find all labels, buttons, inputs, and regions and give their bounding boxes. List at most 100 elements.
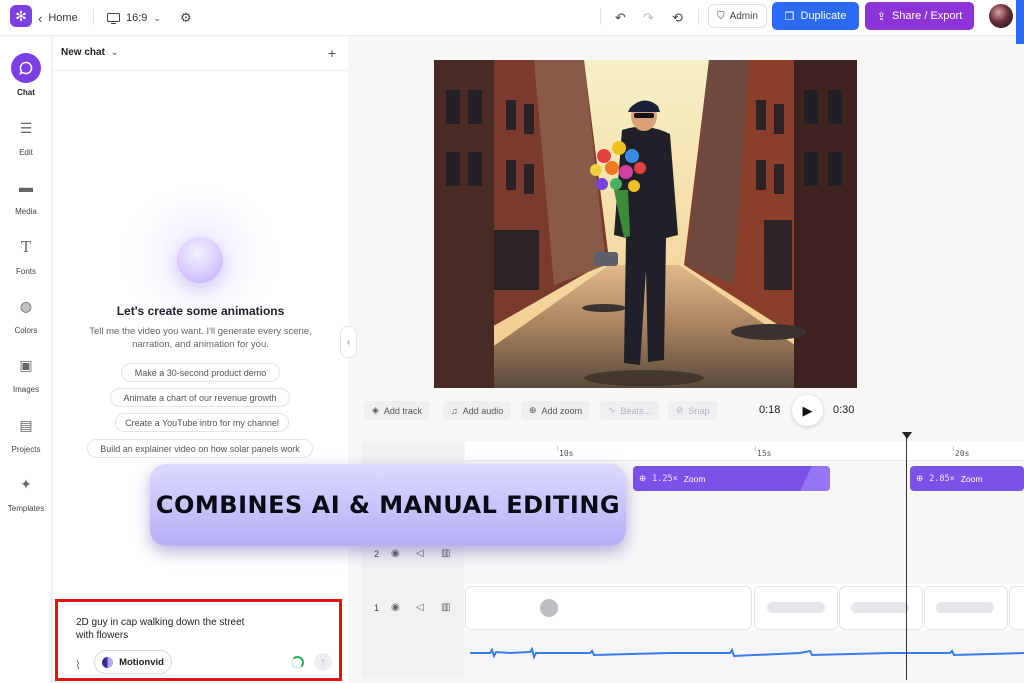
settings-button[interactable]: ⚙ (180, 0, 192, 36)
tick-label: 10s (559, 449, 574, 458)
divider (698, 9, 699, 25)
zoom-ramp (782, 466, 830, 491)
tick-label: 15s (757, 449, 772, 458)
promo-banner-text: COMBINES AI & MANUAL EDITING (155, 491, 621, 519)
rail-label: Templates (7, 504, 45, 513)
rail-item-templates[interactable]: ✦ Templates (0, 469, 52, 514)
rail-item-edit[interactable]: ☰ Edit (0, 113, 52, 158)
add-audio-button[interactable]: ♫ Add audio (443, 401, 512, 420)
aspect-ratio-select[interactable]: 16:9 ⌄ (107, 0, 161, 36)
beats-button[interactable]: ∿ Beats... (600, 401, 660, 420)
model-selector[interactable]: Motionvid (94, 650, 172, 674)
zoom-icon: ⊕ (529, 405, 537, 415)
play-button[interactable]: ▶ (792, 395, 823, 426)
scene-clip[interactable] (465, 586, 752, 630)
tick-label: 20s (955, 449, 970, 458)
zoom-icon: ⊕ (639, 473, 647, 483)
chat-icon (11, 53, 41, 83)
eye-icon[interactable]: ◉ (391, 548, 400, 559)
suggestion-chip[interactable]: Build an explainer video on how solar pa… (87, 439, 313, 458)
admin-button[interactable]: ⛉ Admin (708, 4, 767, 28)
timeline-ruler[interactable] (465, 441, 1024, 461)
trash-icon[interactable]: ▥ (441, 602, 450, 613)
suggestion-chip[interactable]: Make a 30-second product demo (121, 363, 280, 382)
zoom-clip-label: Zoom (960, 473, 983, 484)
zoom-clip[interactable]: ⊕ 1.25× Zoom (633, 466, 830, 491)
left-rail: Chat ☰ Edit ▬ Media T Fonts ◍ Colors ▣ I… (0, 37, 52, 683)
zoom-factor: 1.25× (652, 473, 678, 484)
rail-label: Colors (14, 326, 38, 335)
speaker-icon[interactable]: ◁ (416, 602, 424, 613)
rail-label: Fonts (15, 267, 36, 276)
speaker-icon[interactable]: ◁ (416, 548, 424, 559)
chat-empty-subtitle: Tell me the video you want. I'll generat… (89, 326, 312, 350)
undo-icon: ↶ (615, 10, 626, 25)
snap-label: Snap (688, 405, 710, 416)
music-icon: ♫ (451, 405, 458, 416)
scene-clip[interactable] (1009, 586, 1024, 630)
zoom-clip[interactable]: ⊕ 2.85× Zoom (910, 466, 1024, 491)
rail-item-fonts[interactable]: T Fonts (0, 232, 52, 276)
zoom-factor: 2.85× (929, 473, 955, 484)
thumbnail-icon (540, 599, 558, 617)
attach-icon[interactable]: ⌇ (75, 658, 81, 672)
tick-mark (755, 446, 756, 451)
history-icon: ⟲ (672, 10, 683, 25)
app-logo[interactable]: ✻ (10, 5, 32, 27)
tick-mark (557, 446, 558, 451)
add-track-button[interactable]: ◈ Add track (364, 401, 430, 420)
send-button[interactable]: ↑ (314, 653, 332, 671)
undo-button[interactable]: ↶ (615, 0, 626, 36)
folder-icon: ▬ (19, 179, 33, 195)
playhead-handle-icon[interactable] (902, 432, 912, 439)
divider (600, 9, 601, 25)
suggestion-chip[interactable]: Create a YouTube intro for my channel (115, 413, 289, 432)
chat-empty-title: Let's create some animations (116, 304, 285, 318)
rail-item-chat[interactable]: Chat (0, 53, 52, 97)
chat-panel: New chat ⌄ + Let's create some animation… (53, 37, 348, 683)
collapse-panel-button[interactable]: ‹ (340, 326, 357, 358)
share-export-button[interactable]: ⇪ Share / Export (865, 2, 974, 30)
rail-label: Media (15, 207, 37, 216)
suggestion-chip[interactable]: Animate a chart of our revenue growth (110, 388, 290, 407)
zoom-clip-label: Zoom (683, 473, 706, 484)
rail-item-media[interactable]: ▬ Media (0, 172, 52, 216)
avatar[interactable] (989, 4, 1013, 28)
track-number: 1 (374, 603, 380, 613)
plus-icon: + (327, 45, 336, 61)
duplicate-button[interactable]: ❐ Duplicate (772, 2, 859, 30)
add-track-label: Add track (383, 405, 422, 416)
divider (53, 70, 348, 71)
playhead[interactable] (906, 432, 907, 680)
rail-label: Edit (19, 148, 33, 157)
palette-icon: ◍ (19, 297, 33, 314)
home-label: Home (48, 12, 78, 24)
redo-button[interactable]: ↷ (643, 0, 654, 36)
home-link[interactable]: ‹ Home (38, 0, 78, 36)
history-button[interactable]: ⟲ (672, 0, 683, 36)
copy-icon: ❐ (784, 10, 795, 23)
video-preview[interactable] (434, 60, 857, 388)
snap-button[interactable]: ⊘ Snap (668, 401, 718, 420)
eye-icon[interactable]: ◉ (391, 602, 400, 613)
rail-label: Images (12, 385, 40, 394)
chevron-left-icon: ‹ (346, 336, 351, 348)
upload-icon: ⇪ (876, 10, 886, 23)
new-chat-button[interactable]: + (328, 45, 336, 61)
scene-label-pill (851, 602, 909, 613)
rail-item-projects[interactable]: ▤ Projects (0, 410, 52, 455)
share-label: Share / Export (891, 10, 963, 22)
trash-icon[interactable]: ▥ (441, 548, 450, 559)
projects-icon: ▤ (19, 416, 33, 433)
zoom-icon: ⊕ (916, 473, 924, 483)
new-chat-dropdown[interactable]: New chat ⌄ (61, 47, 118, 58)
chevron-left-icon: ‹ (38, 10, 43, 26)
model-logo-icon (102, 656, 114, 668)
add-zoom-button[interactable]: ⊕ Add zoom (521, 401, 591, 420)
ai-orb (177, 237, 223, 283)
prompt-input[interactable]: 2D guy in cap walking down the street wi… (76, 616, 246, 642)
promo-banner: COMBINES AI & MANUAL EDITING (150, 464, 626, 546)
scene-label-pill (936, 602, 994, 613)
rail-item-images[interactable]: ▣ Images (0, 350, 52, 395)
rail-item-colors[interactable]: ◍ Colors (0, 291, 52, 336)
